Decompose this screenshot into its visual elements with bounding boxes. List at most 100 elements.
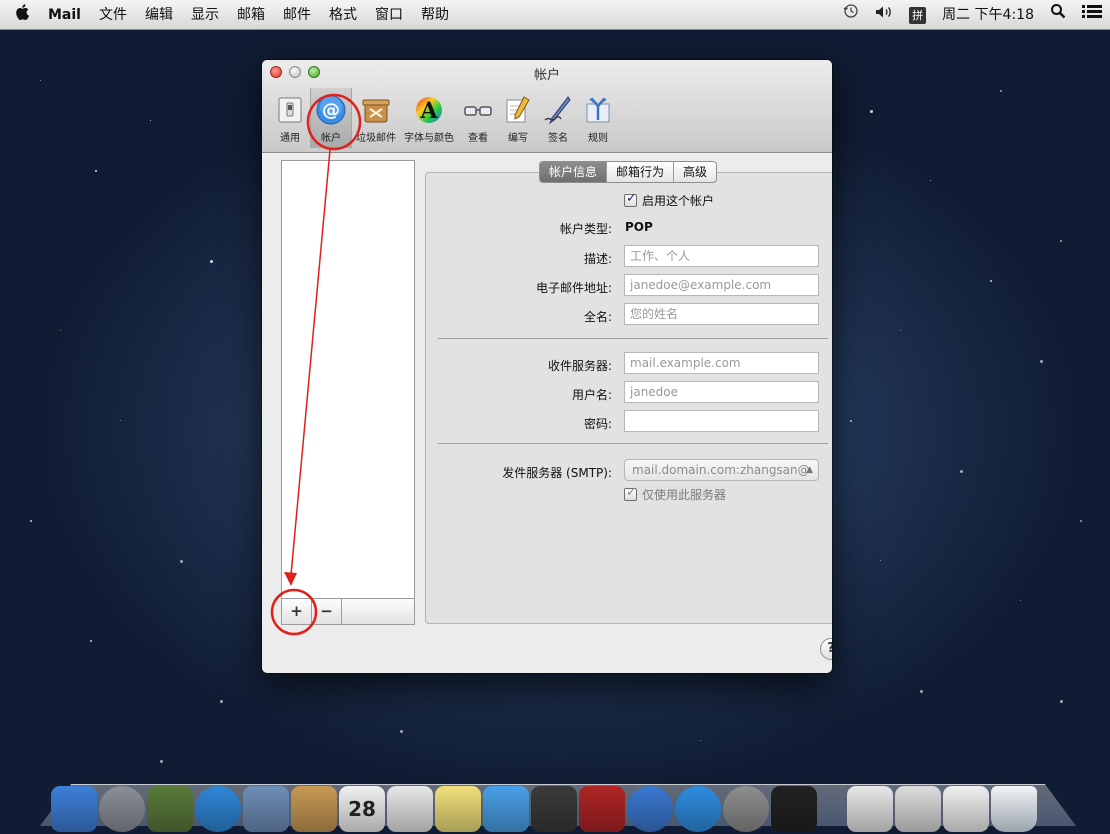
volume-icon[interactable] [867, 0, 901, 30]
dock-calendar-icon[interactable]: 28 [339, 786, 385, 832]
star [700, 740, 701, 741]
menu-app-mail[interactable]: Mail [44, 0, 90, 30]
star [120, 420, 121, 421]
font-a-icon: A [413, 94, 445, 126]
star [930, 180, 931, 181]
toolbar-junk-mail[interactable]: 垃圾邮件 [352, 88, 400, 148]
enable-account-label: 启用这个帐户 [642, 194, 715, 208]
dock-terminal-icon[interactable] [771, 786, 817, 832]
general-switch-icon [274, 94, 306, 126]
toolbar-rules[interactable]: 规则 [578, 88, 618, 148]
dock-finder-icon[interactable] [51, 786, 97, 832]
at-sign-icon: @ [315, 94, 347, 126]
enable-account-checkbox[interactable]: 启用这个帐户 [624, 191, 715, 209]
tab-advanced[interactable]: 高级 [674, 162, 716, 182]
dock: 28 [50, 776, 1070, 832]
dock-safari-icon[interactable] [195, 786, 241, 832]
star [220, 700, 223, 703]
menu-window[interactable]: 窗口 [366, 0, 412, 30]
menu-mailbox[interactable]: 邮箱 [228, 0, 274, 30]
description-label: 描述: [583, 252, 612, 266]
time-machine-icon[interactable] [835, 0, 867, 30]
spotlight-search-icon[interactable] [1042, 0, 1074, 30]
star [920, 690, 923, 693]
tab-account-info[interactable]: 帐户信息 [540, 162, 608, 182]
dock-mission-control-icon[interactable] [147, 786, 193, 832]
svg-text:A: A [419, 98, 438, 124]
dock-trash-icon[interactable] [991, 786, 1037, 832]
incoming-server-field[interactable]: mail.example.com [624, 352, 819, 374]
smtp-server-select[interactable]: mail.domain.com:zhangsan@ ▲ [624, 459, 819, 481]
window-titlebar: 帐户 通用 @ 帐户 垃圾邮件 A 字体与颜色 查看 编写 签名 规则 [262, 60, 832, 153]
star [30, 520, 32, 522]
tab-mailbox-behaviors[interactable]: 邮箱行为 [607, 162, 675, 182]
menu-help[interactable]: 帮助 [412, 0, 458, 30]
toolbar-viewing-label: 查看 [468, 133, 488, 144]
password-label: 密码: [583, 417, 612, 431]
notification-center-icon[interactable] [1074, 0, 1110, 30]
password-field[interactable] [624, 410, 819, 432]
star [1060, 700, 1063, 703]
toolbar-signatures[interactable]: 签名 [538, 88, 578, 148]
dock-downloads-stack-icon[interactable] [895, 786, 941, 832]
toolbar-viewing[interactable]: 查看 [458, 88, 498, 148]
star [1080, 520, 1082, 522]
toolbar-junk-mail-label: 垃圾邮件 [356, 133, 396, 144]
dock-contacts-icon[interactable] [291, 786, 337, 832]
dock-facetime-icon[interactable] [531, 786, 577, 832]
star [1000, 90, 1002, 92]
dock-notes-icon[interactable] [435, 786, 481, 832]
menu-format[interactable]: 格式 [320, 0, 366, 30]
toolbar-general[interactable]: 通用 [270, 88, 310, 148]
dock-documents-stack-icon[interactable] [847, 786, 893, 832]
smtp-server-value: mail.domain.com:zhangsan@ [632, 463, 810, 477]
menu-edit[interactable]: 编辑 [136, 0, 182, 30]
menu-message[interactable]: 邮件 [274, 0, 320, 30]
description-field[interactable]: 工作、个人 [624, 245, 819, 267]
toolbar-signatures-label: 签名 [548, 133, 568, 144]
apple-menu-icon[interactable] [0, 4, 44, 25]
menu-view[interactable]: 显示 [182, 0, 228, 30]
remove-account-button[interactable]: − [312, 599, 342, 624]
full-name-label: 全名: [583, 310, 612, 324]
full-name-field[interactable]: 您的姓名 [624, 303, 819, 325]
menu-file[interactable]: 文件 [90, 0, 136, 30]
only-this-server-checkbox[interactable]: 仅使用此服务器 [624, 485, 726, 503]
dock-system-preferences-icon[interactable] [723, 786, 769, 832]
email-field[interactable]: janedoe@example.com [624, 274, 819, 296]
username-field[interactable]: janedoe [624, 381, 819, 403]
toolbar-composing[interactable]: 编写 [498, 88, 538, 148]
password-row: 密码: [432, 415, 612, 433]
star [90, 640, 92, 642]
star [210, 260, 213, 263]
toolbar-fonts-colors[interactable]: A 字体与颜色 [400, 88, 458, 148]
toolbar-accounts-label: 帐户 [321, 133, 341, 144]
incoming-server-label: 收件服务器: [547, 359, 612, 373]
dock-mail-icon[interactable] [243, 786, 289, 832]
star [880, 560, 881, 561]
menubar: Mail 文件 编辑 显示 邮箱 邮件 格式 窗口 帮助 拼 周二 下午4:18 [0, 0, 1110, 30]
window-title: 帐户 [533, 68, 560, 83]
star [1020, 600, 1021, 601]
toolbar-accounts[interactable]: @ 帐户 [310, 88, 352, 148]
dock-app-store-icon[interactable] [675, 786, 721, 832]
account-type-value: POP [625, 220, 653, 234]
input-method-icon[interactable]: 拼 [901, 0, 934, 30]
smtp-row: 发件服务器 (SMTP): [432, 464, 612, 482]
dock-photo-booth-icon[interactable] [579, 786, 625, 832]
section-divider [438, 443, 828, 444]
dock-reminders-icon[interactable] [387, 786, 433, 832]
glasses-icon [462, 94, 494, 126]
add-account-button[interactable]: + [282, 599, 312, 624]
username-row: 用户名: [432, 386, 612, 404]
account-list[interactable] [281, 160, 415, 625]
help-button[interactable]: ? [820, 638, 832, 660]
dock-messages-icon[interactable] [483, 786, 529, 832]
dock-itunes-icon[interactable] [627, 786, 673, 832]
dock-launchpad-icon[interactable] [99, 786, 145, 832]
email-label: 电子邮件地址: [535, 281, 612, 295]
toolbar-fonts-colors-label: 字体与颜色 [404, 133, 454, 144]
menubar-clock[interactable]: 周二 下午4:18 [934, 0, 1042, 30]
dock-recent-stack-icon[interactable] [943, 786, 989, 832]
account-type-row: 帐户类型: [432, 220, 612, 238]
